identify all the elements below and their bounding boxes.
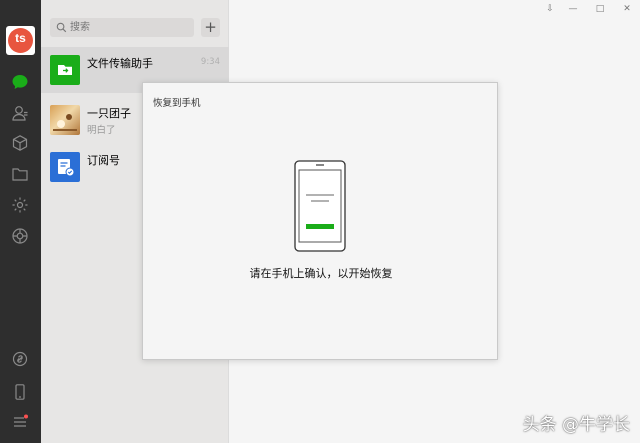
- phone-icon[interactable]: [11, 383, 29, 401]
- link-icon[interactable]: [11, 350, 29, 368]
- dialog-title: 恢复到手机: [153, 98, 201, 109]
- chat-name: 订阅号: [87, 154, 120, 167]
- add-button[interactable]: +: [201, 18, 220, 37]
- chat-name: 一只团子: [87, 107, 131, 120]
- search-box[interactable]: [50, 18, 194, 37]
- chat-icon[interactable]: [11, 73, 29, 91]
- moments-icon[interactable]: [11, 227, 29, 245]
- pin-icon[interactable]: ⇩: [543, 3, 557, 15]
- restore-dialog: 恢复到手机 请在手机上确认，以开始恢复: [142, 82, 498, 360]
- chat-name: 文件传输助手: [87, 57, 153, 70]
- subscriptions-icon: [50, 152, 80, 182]
- dialog-message: 请在手机上确认，以开始恢复: [249, 267, 393, 280]
- menu-icon[interactable]: [11, 413, 29, 431]
- maximize-icon[interactable]: □: [593, 3, 607, 15]
- folder-icon[interactable]: [11, 165, 29, 183]
- nav-bar: ts: [0, 0, 41, 443]
- mini-program-icon[interactable]: [11, 196, 29, 214]
- chat-preview: 明白了: [87, 125, 116, 136]
- minimize-icon[interactable]: —: [566, 3, 580, 15]
- file-transfer-icon: [50, 55, 80, 85]
- search-input[interactable]: [70, 18, 190, 37]
- close-icon[interactable]: ✕: [620, 3, 634, 15]
- search-icon: [56, 22, 67, 33]
- box-icon[interactable]: [11, 134, 29, 152]
- avatar-glyph: ts: [15, 31, 26, 45]
- chat-time: 9:34: [200, 57, 220, 67]
- contact-photo-icon: [50, 105, 80, 135]
- phone-illustration-icon: [294, 160, 346, 252]
- avatar[interactable]: ts: [6, 26, 35, 55]
- contacts-icon[interactable]: [11, 104, 29, 122]
- watermark: 头条 @牛学长: [522, 415, 630, 435]
